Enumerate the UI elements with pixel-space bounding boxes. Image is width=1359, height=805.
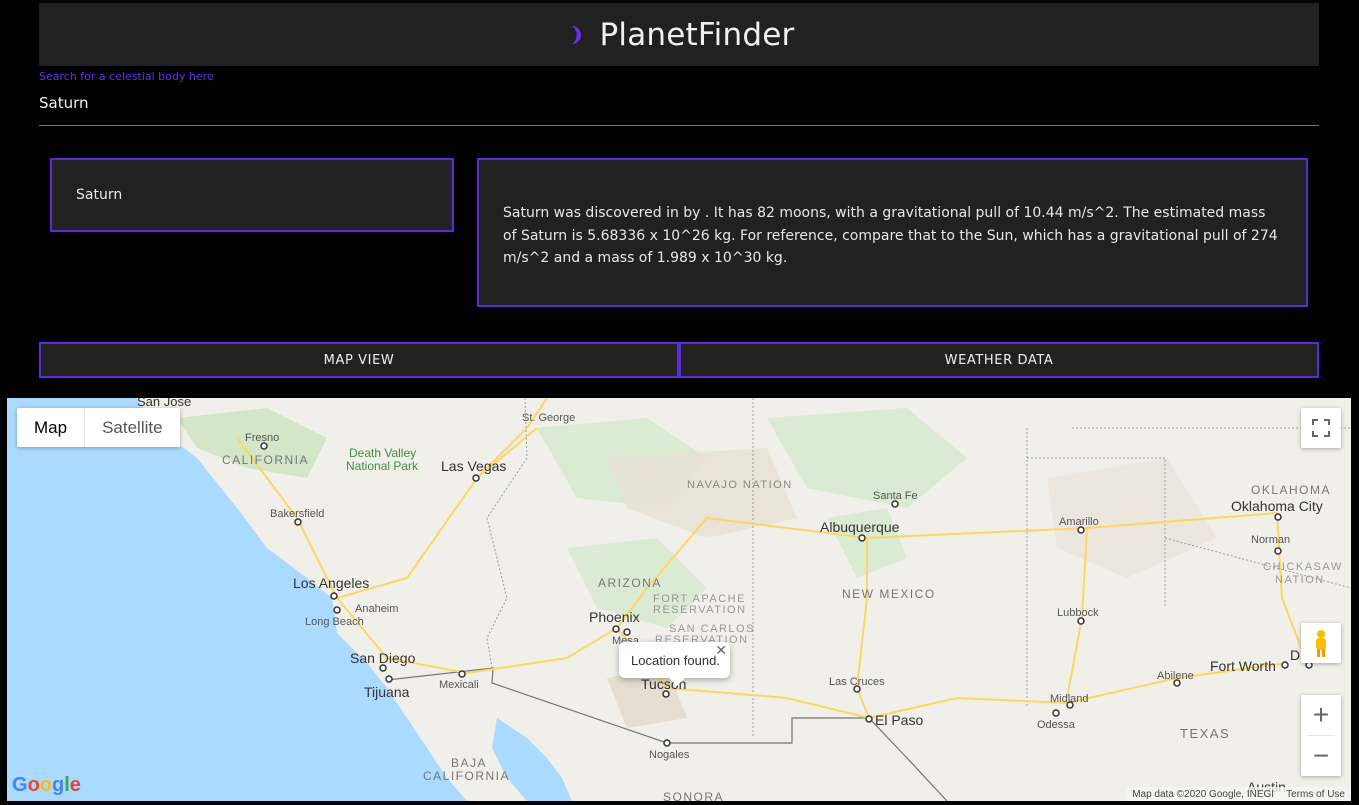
map-label: SONORA — [663, 790, 724, 801]
fullscreen-icon — [1312, 419, 1330, 437]
map-label: ARIZONA — [598, 576, 662, 590]
map-attribution: Map data ©2020 Google, INEGI Terms of Us… — [1126, 787, 1351, 801]
map-type-map-button[interactable]: Map — [17, 408, 86, 447]
map-type-control: Map Satellite — [17, 408, 180, 447]
close-icon[interactable]: ✕ — [715, 642, 727, 659]
map-label: NATION — [1275, 574, 1325, 586]
map-label: RESERVATION — [653, 604, 747, 616]
map-label: Los Angeles — [293, 575, 369, 591]
map-label: Bakersfield — [270, 508, 324, 520]
planet-name: Saturn — [76, 187, 123, 203]
weather-data-button[interactable]: WEATHER DATA — [679, 342, 1319, 378]
street-view-button[interactable] — [1301, 623, 1341, 663]
map-label: NEW MEXICO — [842, 587, 936, 601]
map-label: Santa Fe — [873, 490, 918, 502]
map-label: Anaheim — [355, 603, 398, 615]
map-label: Phoenix — [589, 609, 640, 625]
map-label: Albuquerque — [820, 519, 900, 535]
map-label: NAVAJO NATION — [687, 479, 793, 491]
map-label: TEXAS — [1180, 726, 1230, 741]
info-window-text: Location found. — [631, 652, 720, 668]
map-label: Long Beach — [305, 616, 364, 628]
planet-description-card: Saturn was discovered in by . It has 82 … — [477, 158, 1308, 307]
google-logo: Google — [12, 774, 81, 796]
map-data-text: Map data ©2020 Google, INEGI — [1132, 788, 1275, 800]
map-label: National Park — [346, 459, 419, 473]
planet-name-card: Saturn — [50, 158, 454, 232]
zoom-out-button[interactable]: − — [1301, 736, 1341, 776]
moon-icon — [571, 25, 581, 44]
map-label: St. George — [522, 412, 575, 424]
map-label: Amarillo — [1059, 516, 1099, 528]
map-label: D — [1290, 647, 1300, 663]
planet-description: Saturn was discovered in by . It has 82 … — [503, 205, 1278, 266]
map-type-satellite-button[interactable]: Satellite — [85, 408, 179, 447]
map-label: Fort Worth — [1210, 658, 1276, 674]
zoom-in-button[interactable]: + — [1301, 695, 1341, 735]
map-label: Odessa — [1037, 719, 1076, 731]
map-label: Las Vegas — [441, 458, 506, 474]
map-label: Death Valley — [349, 446, 416, 460]
map-label: Oklahoma City — [1231, 498, 1323, 514]
map-view[interactable]: San Jose St. George Fresno CALIFORNIA De… — [7, 398, 1351, 801]
map-label: Norman — [1251, 534, 1290, 546]
map-label: CALIFORNIA — [423, 769, 510, 783]
map-label: Abilene — [1157, 670, 1194, 682]
pegman-icon — [1316, 630, 1326, 657]
map-label: CHICKASAW — [1263, 561, 1343, 573]
map-label: OKLAHOMA — [1251, 483, 1331, 497]
map-label: Fresno — [245, 432, 279, 444]
map-label: Mexicali — [439, 679, 479, 691]
app-header: PlanetFinder — [39, 3, 1319, 66]
zoom-control: + − — [1301, 695, 1341, 776]
search-label: Search for a celestial body here — [39, 70, 214, 83]
search-input[interactable] — [39, 92, 1319, 126]
terms-of-use-link[interactable]: Terms of Use — [1280, 789, 1351, 800]
map-label: Midland — [1050, 693, 1089, 705]
map-label: Nogales — [649, 749, 690, 761]
map-label: El Paso — [875, 712, 923, 728]
location-info-window: Location found. ✕ — [619, 642, 730, 686]
map-label: CALIFORNIA — [222, 453, 309, 467]
map-canvas[interactable]: San Jose St. George Fresno CALIFORNIA De… — [7, 398, 1351, 801]
map-label: Las Cruces — [829, 676, 885, 688]
fullscreen-button[interactable] — [1301, 408, 1341, 448]
map-label: San Diego — [350, 650, 416, 666]
map-label: Tijuana — [364, 684, 410, 700]
map-view-button[interactable]: MAP VIEW — [39, 342, 679, 378]
app-title: PlanetFinder — [599, 16, 795, 53]
map-label: BAJA — [451, 756, 487, 770]
map-label: Lubbock — [1057, 607, 1099, 619]
